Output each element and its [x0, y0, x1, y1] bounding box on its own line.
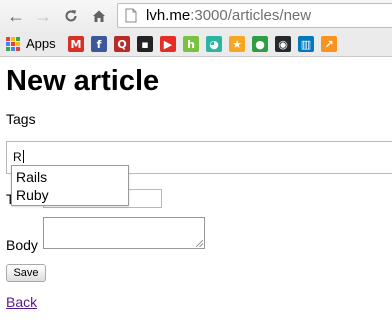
save-button[interactable]: Save — [6, 264, 46, 282]
apps-grid-dot — [11, 42, 15, 46]
autocomplete-option[interactable]: Rails — [16, 169, 47, 185]
url-text: lvh.me:3000/articles/new — [146, 7, 311, 25]
trello-icon[interactable]: ▥ — [298, 36, 314, 52]
tags-typed-text: R — [13, 150, 22, 164]
facebook-icon[interactable]: f — [91, 36, 107, 52]
tags-autocomplete-dropdown: Rails Ruby — [11, 165, 129, 206]
back-arrow-icon[interactable]: ← — [6, 6, 26, 26]
reload-arrow-icon — [65, 10, 77, 22]
home-icon[interactable] — [89, 6, 109, 26]
autocomplete-option[interactable]: Ruby — [16, 187, 49, 203]
bookmark-star-icon[interactable]: ★ — [229, 36, 245, 52]
page-icon — [125, 8, 137, 23]
youtube-icon[interactable]: ▶ — [160, 36, 176, 52]
green-circle-icon[interactable]: ● — [252, 36, 268, 52]
houzz-icon[interactable]: h — [183, 36, 199, 52]
tags-input-value: R — [13, 150, 24, 164]
browser-toolbar: ← → lvh.me:3000/articles/new — [0, 0, 392, 33]
apps-grid-dot — [16, 47, 20, 51]
apps-grid-dot — [11, 37, 15, 41]
forward-arrow-icon[interactable]: → — [33, 6, 53, 26]
text-caret — [22, 150, 24, 163]
address-bar[interactable]: lvh.me:3000/articles/new — [117, 3, 392, 28]
github-icon[interactable]: ◉ — [275, 36, 291, 52]
apps-grid-dot — [11, 47, 15, 51]
tv-icon[interactable]: ▪ — [137, 36, 153, 52]
url-host: lvh.me — [146, 7, 191, 24]
quora-icon[interactable]: Q — [114, 36, 130, 52]
home-house-icon — [93, 10, 105, 22]
apps-grid-dot — [16, 37, 20, 41]
back-link[interactable]: Back — [6, 294, 37, 310]
body-textarea[interactable] — [43, 217, 205, 249]
apps-grid-icon[interactable] — [6, 37, 20, 51]
bookmarks-bar: Apps Mf Q ▪ ▶ h ◕ ★ ● ◉ ▥ ↗ — [0, 33, 392, 57]
chat-icon[interactable]: ◕ — [206, 36, 222, 52]
apps-grid-dot — [6, 37, 10, 41]
apps-grid-dot — [16, 42, 20, 46]
url-path: :3000/articles/new — [190, 7, 312, 24]
page-title: New article — [6, 65, 160, 97]
tags-label: Tags — [6, 111, 36, 127]
reload-icon[interactable] — [61, 6, 81, 26]
apps-grid-dot — [6, 47, 10, 51]
chart-icon[interactable]: ↗ — [321, 36, 337, 52]
apps-label[interactable]: Apps — [26, 36, 56, 52]
body-label: Body — [6, 237, 38, 253]
apps-grid-dot — [6, 42, 10, 46]
resize-grip-icon[interactable] — [196, 240, 203, 247]
gmail-icon[interactable]: M — [68, 36, 84, 52]
